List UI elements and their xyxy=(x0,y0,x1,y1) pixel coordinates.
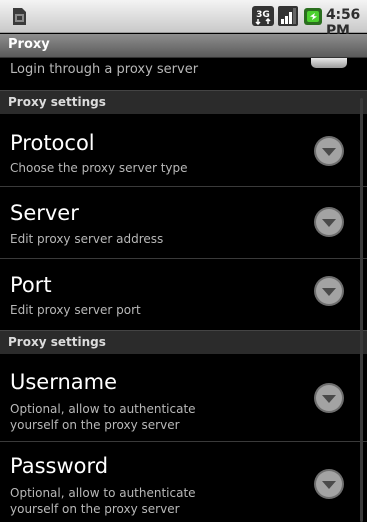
password-summary-line2: yourself on the proxy server xyxy=(10,502,180,516)
section-header-proxy-settings: Proxy settings xyxy=(0,330,367,354)
sim-card-icon xyxy=(13,8,26,25)
signal-strength-icon xyxy=(278,6,298,26)
section-label: Proxy settings xyxy=(8,95,106,109)
protocol-title: Protocol xyxy=(10,131,95,155)
port-item[interactable]: Port Edit proxy server port xyxy=(0,259,367,330)
scrollbar[interactable] xyxy=(360,98,363,522)
server-item[interactable]: Server Edit proxy server address xyxy=(0,187,367,259)
use-proxy-summary: Login through a proxy server xyxy=(10,62,199,77)
page-title: Proxy xyxy=(8,37,50,52)
protocol-summary: Choose the proxy server type xyxy=(10,161,188,175)
password-title: Password xyxy=(10,454,109,478)
port-summary: Edit proxy server port xyxy=(10,303,141,317)
username-title: Username xyxy=(10,370,118,394)
dropdown-arrow-icon[interactable] xyxy=(313,135,345,167)
server-title: Server xyxy=(10,201,79,225)
use-proxy-item[interactable]: Login through a proxy server xyxy=(0,58,367,86)
dropdown-arrow-icon[interactable] xyxy=(313,275,345,307)
username-item[interactable]: Username Optional, allow to authenticate… xyxy=(0,354,367,442)
section-label: Proxy settings xyxy=(8,335,106,349)
battery-charging-icon xyxy=(304,8,322,25)
protocol-item[interactable]: Protocol Choose the proxy server type xyxy=(0,114,367,187)
dropdown-arrow-icon[interactable] xyxy=(313,206,345,238)
dropdown-arrow-icon[interactable] xyxy=(313,382,345,414)
use-proxy-checkbox[interactable] xyxy=(311,58,347,68)
username-summary-line1: Optional, allow to authenticate xyxy=(10,402,196,416)
title-bar: Proxy xyxy=(0,34,367,58)
port-title: Port xyxy=(10,273,52,297)
password-summary-line1: Optional, allow to authenticate xyxy=(10,486,196,500)
status-bar: 3G 4:56 PM xyxy=(0,0,367,39)
section-header-proxy-settings: Proxy settings xyxy=(0,90,367,114)
password-item[interactable]: Password Optional, allow to authenticate… xyxy=(0,442,367,522)
server-summary: Edit proxy server address xyxy=(10,232,164,246)
username-summary-line2: yourself on the proxy server xyxy=(10,418,180,432)
dropdown-arrow-icon[interactable] xyxy=(313,468,345,500)
3g-data-icon: 3G xyxy=(252,6,274,26)
